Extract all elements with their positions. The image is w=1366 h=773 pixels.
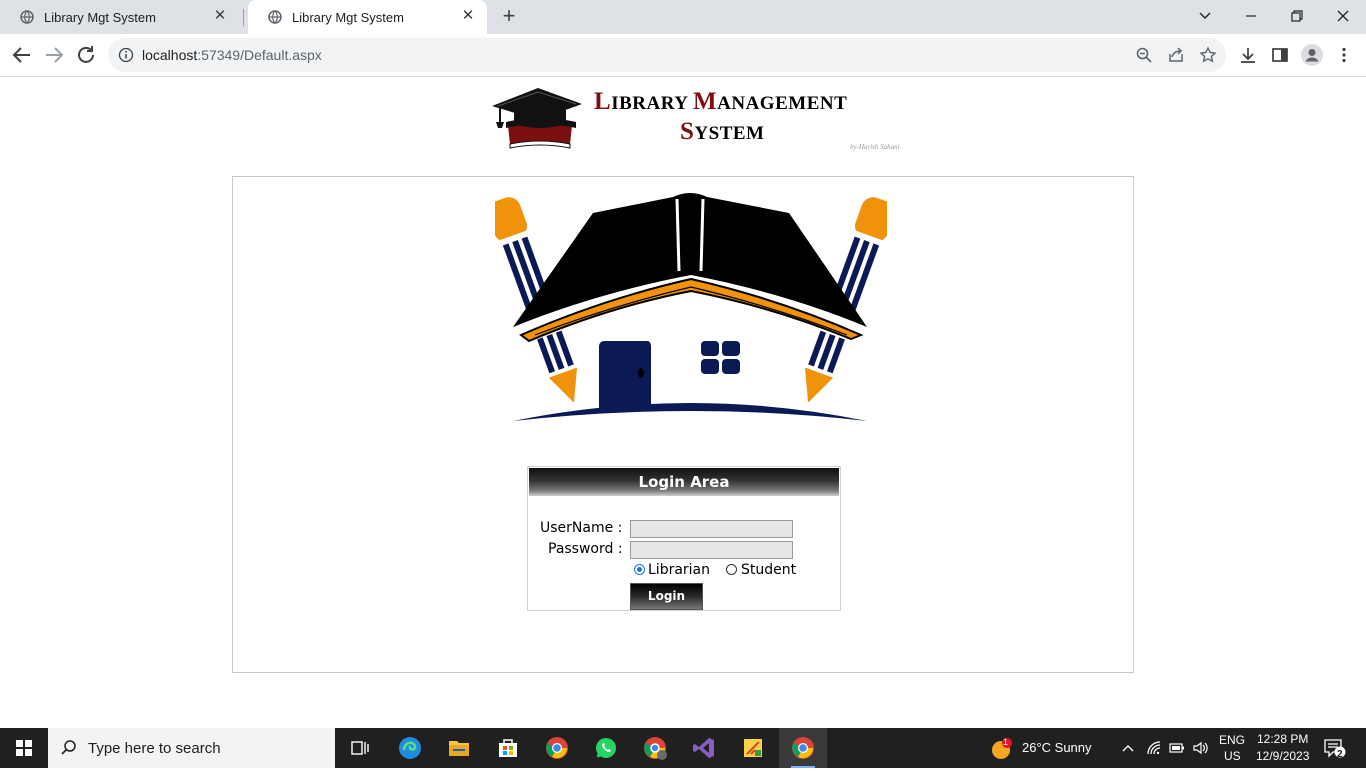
task-view-icon [351, 741, 369, 755]
tab-strip: Library Mgt System ✕ Library Mgt System … [0, 0, 1366, 34]
language-indicator[interactable]: ENG [1219, 733, 1245, 747]
chevron-down-icon [1199, 12, 1211, 19]
taskbar-sticky-tool[interactable] [729, 728, 777, 768]
graduation-cap-books-icon [492, 88, 582, 149]
region-indicator[interactable]: US [1224, 749, 1241, 763]
zoom-icon[interactable] [1135, 46, 1153, 64]
student-radio-label[interactable]: Student [741, 562, 796, 578]
clock-date[interactable]: 12/9/2023 [1256, 749, 1309, 763]
bookmark-star-icon[interactable] [1199, 46, 1217, 64]
search-placeholder: Type here to search [88, 740, 221, 757]
chrome-icon [546, 737, 568, 759]
back-arrow-icon[interactable] [10, 43, 34, 67]
weather-sun-icon[interactable] [990, 737, 1014, 761]
minimize-button[interactable] [1228, 0, 1274, 32]
taskbar-chrome-active[interactable] [779, 728, 827, 768]
student-radio[interactable] [726, 564, 737, 575]
taskbar-file-explorer[interactable] [435, 728, 483, 768]
chrome-icon [792, 737, 814, 759]
task-view-button[interactable] [336, 728, 384, 768]
globe-icon [268, 10, 282, 24]
site-header-logo: LIBRARY MANAGEMENT SYSTEM by-Harish Saha… [490, 84, 910, 156]
close-window-button[interactable] [1320, 0, 1366, 32]
download-icon[interactable] [1239, 46, 1257, 64]
reload-icon[interactable] [74, 43, 98, 67]
site-title-line-2: SYSTEM [680, 118, 765, 145]
site-title-line-1: LIBRARY MANAGEMENT [594, 88, 848, 115]
folder-icon [449, 741, 469, 756]
wifi-icon[interactable] [1146, 740, 1162, 756]
tab-search-button[interactable] [1182, 0, 1228, 32]
login-button[interactable]: Login [630, 583, 703, 610]
chrome-profile-icon [644, 737, 667, 760]
windows-taskbar: Type here to search 1 26°C Sunny ENG US … [0, 728, 1366, 768]
whatsapp-icon [596, 738, 616, 758]
tab-title: Library Mgt System [44, 10, 156, 25]
site-info-icon[interactable] [118, 47, 134, 63]
taskbar-store[interactable] [484, 728, 532, 768]
taskbar-edge[interactable] [386, 728, 434, 768]
sticky-notes-icon [744, 739, 762, 757]
battery-icon[interactable] [1169, 741, 1185, 755]
visual-studio-icon [693, 738, 714, 758]
username-label: UserName : [540, 520, 623, 536]
start-button[interactable] [0, 728, 48, 768]
login-area-heading: Login Area [529, 468, 839, 496]
close-icon [1337, 10, 1349, 22]
profile-avatar-icon[interactable] [1301, 44, 1323, 66]
browser-toolbar: localhost:57349/Default.aspx [0, 34, 1366, 77]
author-byline: by-Harish Sahani [850, 143, 900, 151]
notification-count: 2 [1337, 749, 1343, 760]
weather-badge: 1 [1003, 737, 1009, 747]
username-input[interactable] [630, 520, 793, 538]
share-icon[interactable] [1167, 46, 1185, 64]
close-tab-icon[interactable]: ✕ [459, 7, 477, 25]
restore-icon [1291, 10, 1303, 22]
clock-time[interactable]: 12:28 PM [1257, 732, 1308, 746]
edge-browser-icon [399, 737, 421, 759]
menu-dots-icon[interactable] [1335, 46, 1353, 64]
main-content-panel: Login Area UserName : Password : Librari… [232, 176, 1134, 673]
weather-text[interactable]: 26°C Sunny [1022, 740, 1092, 755]
chevron-up-icon[interactable] [1121, 741, 1135, 755]
close-tab-icon[interactable]: ✕ [211, 7, 229, 25]
new-tab-button[interactable]: + [498, 5, 520, 27]
store-icon [499, 739, 517, 757]
browser-tab-2[interactable]: Library Mgt System ✕ [248, 0, 487, 34]
windows-logo-icon [16, 740, 32, 756]
tab-title: Library Mgt System [292, 10, 404, 25]
librarian-radio-label[interactable]: Librarian [648, 562, 710, 578]
taskbar-search[interactable]: Type here to search [48, 728, 335, 768]
taskbar-chrome-1[interactable] [533, 728, 581, 768]
taskbar-visual-studio[interactable] [680, 728, 728, 768]
librarian-radio[interactable] [634, 564, 645, 575]
url-text: localhost:57349/Default.aspx [142, 47, 322, 63]
globe-icon [20, 10, 34, 24]
minimize-icon [1246, 15, 1256, 17]
search-icon [61, 740, 76, 755]
login-form: Login Area UserName : Password : Librari… [527, 466, 841, 611]
forward-arrow-icon[interactable] [42, 43, 66, 67]
library-house-logo-icon [495, 193, 887, 421]
password-input[interactable] [630, 541, 793, 559]
taskbar-whatsapp[interactable] [582, 728, 630, 768]
volume-icon[interactable] [1192, 740, 1208, 756]
taskbar-chrome-profile[interactable] [631, 728, 679, 768]
restore-button[interactable] [1274, 0, 1320, 32]
address-bar[interactable]: localhost:57349/Default.aspx [108, 38, 1226, 72]
browser-tab-1[interactable]: Library Mgt System ✕ [0, 0, 244, 34]
password-label: Password : [548, 541, 623, 557]
side-panel-icon[interactable] [1271, 46, 1289, 64]
